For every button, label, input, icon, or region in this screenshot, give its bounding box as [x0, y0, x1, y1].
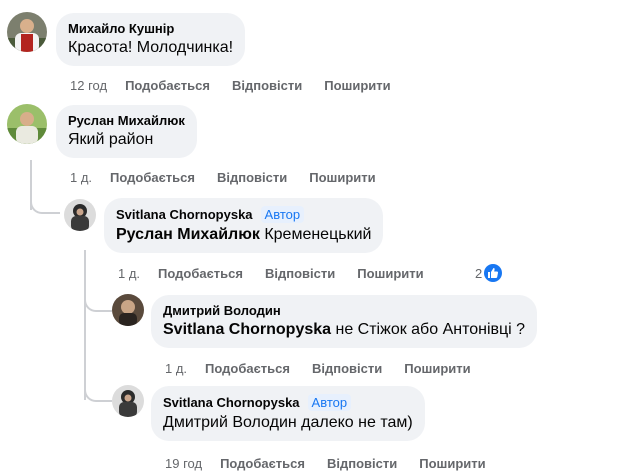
reply-button[interactable]: Відповісти: [327, 456, 397, 471]
reaction-summary[interactable]: 2: [475, 264, 503, 282]
avatar[interactable]: [7, 12, 47, 52]
comment-bubble: Дмитрий Володин Svitlana Chornopyska не …: [151, 295, 538, 348]
share-button[interactable]: Поширити: [404, 361, 470, 376]
thread-elbow: [84, 380, 112, 402]
share-button[interactable]: Поширити: [357, 266, 423, 281]
comment-timestamp[interactable]: 1 д.: [70, 170, 92, 185]
thread-elbow: [84, 290, 112, 312]
comment-actions: 1 д. Подобається Відповісти Поширити: [70, 170, 398, 185]
comment-timestamp[interactable]: 12 год: [70, 78, 107, 93]
avatar[interactable]: [64, 199, 96, 231]
comment-text: Дмитрий Володин далеко не там): [163, 414, 413, 431]
mention-link[interactable]: Руслан Михайлюк: [116, 226, 260, 243]
reply-button[interactable]: Відповісти: [265, 266, 335, 281]
comment-author[interactable]: Дмитрий Володин: [163, 303, 281, 318]
author-badge: Автор: [260, 206, 305, 223]
comment-bubble: Svitlana Chornopyska Автор Дмитрий Волод…: [151, 386, 425, 441]
mention-link[interactable]: Svitlana Chornopyska: [163, 321, 331, 338]
comment-text: Svitlana Chornopyska не Стіжок або Антон…: [163, 320, 525, 340]
share-button[interactable]: Поширити: [309, 170, 375, 185]
thread-elbow: [30, 190, 60, 214]
reaction-count: 2: [475, 265, 483, 281]
avatar[interactable]: [7, 104, 47, 144]
like-thumb-icon: [484, 264, 503, 282]
comment-actions: 1 д. Подобається Відповісти Поширити: [118, 266, 446, 281]
comment-timestamp[interactable]: 1 д.: [165, 361, 187, 376]
comment-author[interactable]: Svitlana Chornopyska: [116, 207, 253, 222]
comment-bubble: Михайло Кушнір Красота! Молодчинка!: [56, 13, 246, 66]
comment-author[interactable]: Svitlana Chornopyska: [163, 395, 300, 410]
reply-button[interactable]: Відповісти: [217, 170, 287, 185]
comment-bubble: Руслан Михайлюк Який район: [56, 105, 197, 158]
like-button[interactable]: Подобається: [158, 266, 243, 281]
comment-actions: 12 год Подобається Відповісти Поширити: [70, 78, 413, 93]
reply-button[interactable]: Відповісти: [232, 78, 302, 93]
like-button[interactable]: Подобається: [125, 78, 210, 93]
comment-bubble: Svitlana Chornopyska Автор Руслан Михайл…: [104, 198, 384, 253]
like-button[interactable]: Подобається: [220, 456, 305, 471]
avatar[interactable]: [112, 385, 144, 417]
comment-text: Красота! Молодчинка!: [68, 39, 234, 56]
comment-body: не Стіжок або Антонівці ?: [331, 321, 526, 338]
comment-author[interactable]: Руслан Михайлюк: [68, 113, 185, 128]
avatar[interactable]: [112, 294, 144, 326]
comment-actions: 19 год Подобається Відповісти Поширити: [165, 456, 508, 471]
share-button[interactable]: Поширити: [419, 456, 485, 471]
comment-author[interactable]: Михайло Кушнір: [68, 21, 174, 36]
like-button[interactable]: Подобається: [110, 170, 195, 185]
comment-timestamp[interactable]: 1 д.: [118, 266, 140, 281]
clipped-previous-comment: [70, 0, 74, 8]
comment-text: Руслан Михайлюк Кременецький: [116, 225, 371, 245]
like-button[interactable]: Подобається: [205, 361, 290, 376]
comment-body: Кременецький: [259, 226, 372, 243]
author-badge: Автор: [307, 394, 352, 411]
comment-timestamp[interactable]: 19 год: [165, 456, 202, 471]
reply-button[interactable]: Відповісти: [312, 361, 382, 376]
comment-actions: 1 д. Подобається Відповісти Поширити: [165, 361, 493, 376]
thread-line: [84, 250, 86, 400]
share-button[interactable]: Поширити: [324, 78, 390, 93]
comment-text: Який район: [68, 131, 154, 148]
